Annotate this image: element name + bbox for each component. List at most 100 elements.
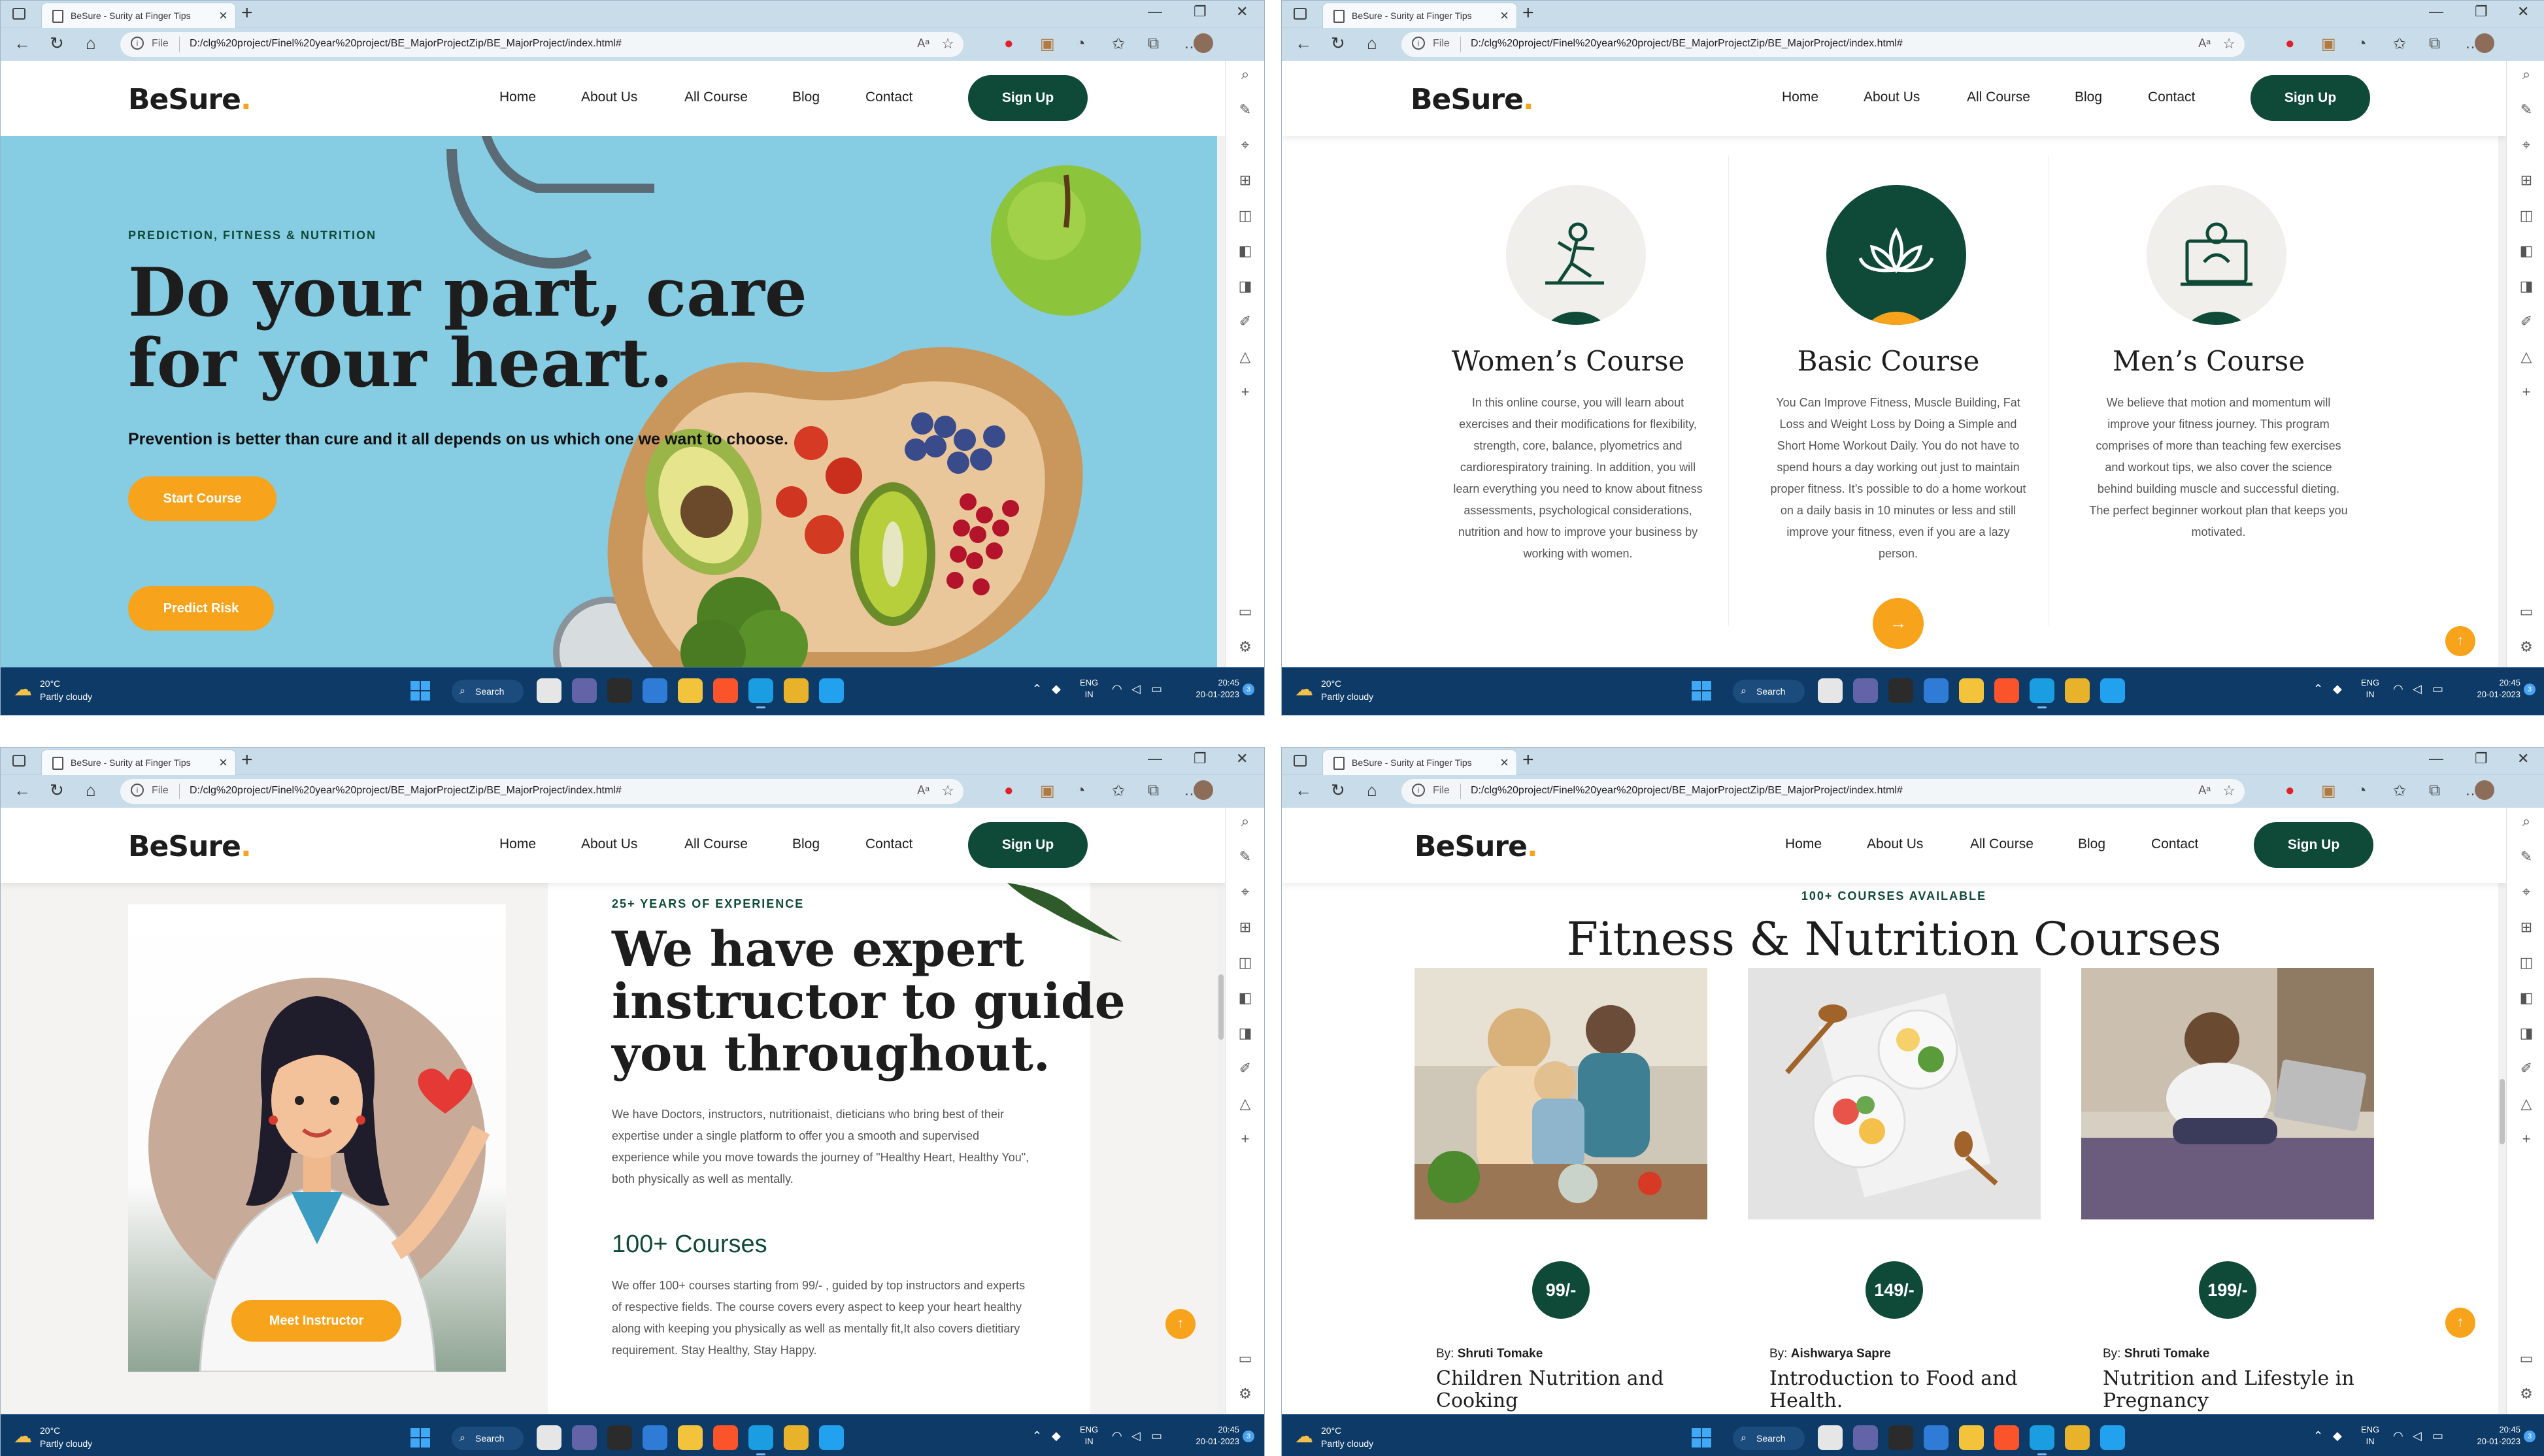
nav-contact[interactable]: Contact xyxy=(865,90,912,105)
restore-icon[interactable]: ❐ xyxy=(2475,750,2488,767)
file-explorer-icon[interactable] xyxy=(1959,678,1984,703)
close-window-icon[interactable]: ✕ xyxy=(2517,750,2529,767)
settings-icon[interactable]: ⚙ xyxy=(1237,638,1254,655)
clock[interactable]: 20:45 20-01-2023 xyxy=(2468,1424,2521,1448)
nav-about-us[interactable]: About Us xyxy=(581,90,637,105)
close-tab-icon[interactable]: × xyxy=(219,754,227,771)
sign-up-button[interactable]: Sign Up xyxy=(968,822,1088,868)
url-text[interactable]: D:/clg%20project/Finel%20year%20project/… xyxy=(1471,38,1903,50)
teams-icon[interactable] xyxy=(572,678,597,703)
meet-instructor-button[interactable]: Meet Instructor xyxy=(231,1300,401,1342)
battery-icon[interactable]: ▭ xyxy=(2432,1429,2443,1443)
read-aloud-icon[interactable]: Aᵃ xyxy=(917,37,929,50)
split-screen-icon[interactable]: ▭ xyxy=(1237,603,1254,620)
new-tab-icon[interactable]: + xyxy=(1522,2,1534,24)
tools-icon[interactable]: ⊞ xyxy=(2518,919,2535,936)
office-icon[interactable]: ◧ xyxy=(2518,989,2535,1006)
site-info-icon[interactable]: i xyxy=(131,37,144,50)
outlook-icon[interactable]: ◨ xyxy=(2518,278,2535,295)
page-scrollbar[interactable] xyxy=(2498,808,2506,1415)
vscode-icon[interactable] xyxy=(2100,678,2125,703)
designer-icon[interactable]: ✐ xyxy=(2518,1060,2535,1077)
collections-icon[interactable]: ⧉ xyxy=(2429,35,2440,53)
favorite-icon[interactable]: ☆ xyxy=(941,782,954,799)
edge-icon[interactable] xyxy=(748,1425,773,1455)
language-indicator[interactable]: ENG IN xyxy=(2361,1424,2379,1448)
nav-about-us[interactable]: About Us xyxy=(1867,836,1923,852)
course-image-children[interactable] xyxy=(1414,968,1707,1219)
discover-icon[interactable]: ✎ xyxy=(1237,848,1254,865)
site-info-icon[interactable]: i xyxy=(1412,784,1425,797)
minimize-icon[interactable]: — xyxy=(1148,3,1162,20)
tag-icon[interactable]: ⌖ xyxy=(1237,884,1254,901)
language-indicator[interactable]: ENG IN xyxy=(2361,677,2379,701)
settings-icon[interactable]: ⚙ xyxy=(1237,1385,1254,1402)
battery-icon[interactable]: ▭ xyxy=(2432,682,2443,696)
url-text[interactable]: D:/clg%20project/Finel%20year%20project/… xyxy=(190,38,622,50)
add-icon[interactable]: + xyxy=(2518,384,2535,401)
brave-icon[interactable] xyxy=(713,1425,738,1450)
github-icon[interactable] xyxy=(1888,678,1913,703)
volume-icon[interactable]: ◁ xyxy=(2413,682,2422,696)
defender-icon[interactable] xyxy=(1924,1425,1949,1450)
profile-avatar[interactable] xyxy=(2475,780,2494,800)
predict-risk-button[interactable]: Predict Risk xyxy=(128,586,274,631)
tab-actions-icon[interactable] xyxy=(12,755,25,767)
taskbar-search[interactable]: ⌕ Search xyxy=(1733,680,1805,703)
tab-actions-icon[interactable] xyxy=(1294,8,1307,20)
browser-tab[interactable]: BeSure - Surity at Finger Tips × xyxy=(1322,750,1517,775)
nav-home[interactable]: Home xyxy=(499,836,536,852)
sign-up-button[interactable]: Sign Up xyxy=(2254,822,2373,868)
office-icon[interactable]: ◧ xyxy=(1237,989,1254,1006)
file-explorer-icon[interactable] xyxy=(678,1425,703,1450)
opera-icon[interactable]: ● xyxy=(2285,35,2295,53)
start-icon[interactable] xyxy=(1692,681,1711,701)
search-icon[interactable]: ⌕ xyxy=(2518,66,2535,83)
url-text[interactable]: D:/clg%20project/Finel%20year%20project/… xyxy=(1471,785,1903,797)
site-logo[interactable]: BeSure. xyxy=(128,83,252,116)
nav-home[interactable]: Home xyxy=(1782,90,1818,105)
nav-about-us[interactable]: About Us xyxy=(1864,90,1920,105)
add-icon[interactable]: + xyxy=(2518,1131,2535,1148)
site-logo[interactable]: BeSure. xyxy=(1414,830,1538,863)
collections-icon[interactable]: ⧉ xyxy=(1148,782,1159,800)
new-tab-icon[interactable]: + xyxy=(1522,749,1534,771)
clock[interactable]: 20:45 20-01-2023 xyxy=(1187,1424,1240,1448)
language-indicator[interactable]: ENG IN xyxy=(1080,677,1098,701)
settings-icon[interactable]: ⚙ xyxy=(2518,638,2535,655)
nav-all-course[interactable]: All Course xyxy=(684,90,748,105)
sign-up-button[interactable]: Sign Up xyxy=(968,75,1088,121)
search-icon[interactable]: ⌕ xyxy=(2518,813,2535,830)
task-view-icon[interactable] xyxy=(537,1425,561,1450)
notification-badge[interactable]: 3 xyxy=(2524,1431,2536,1442)
page-scrollbar[interactable] xyxy=(1217,808,1225,1415)
tab-actions-icon[interactable] xyxy=(12,8,25,20)
battery-icon[interactable]: ▭ xyxy=(1151,682,1162,696)
volume-icon[interactable]: ◁ xyxy=(1131,682,1141,696)
search-icon[interactable]: ⌕ xyxy=(1237,813,1254,830)
games-icon[interactable]: ◫ xyxy=(1237,954,1254,971)
address-bar[interactable]: i File D:/clg%20project/Finel%20year%20p… xyxy=(120,779,963,804)
brave-icon[interactable] xyxy=(1994,678,2019,703)
edge-icon[interactable] xyxy=(2030,678,2054,708)
taskbar-search[interactable]: ⌕ Search xyxy=(452,1427,524,1450)
minimize-icon[interactable]: — xyxy=(2429,3,2443,20)
opera-icon[interactable]: ● xyxy=(1004,782,1014,800)
task-view-icon[interactable] xyxy=(537,678,561,703)
author-name[interactable]: Shruti Tomake xyxy=(2124,1347,2210,1361)
tray-app-icon[interactable]: ◆ xyxy=(2333,682,2342,696)
nav-blog[interactable]: Blog xyxy=(792,836,820,852)
language-indicator[interactable]: ENG IN xyxy=(1080,1424,1098,1448)
refresh-icon[interactable]: ↻ xyxy=(1331,780,1345,801)
games-icon[interactable]: ◫ xyxy=(2518,954,2535,971)
tools-icon[interactable]: ⊞ xyxy=(2518,172,2535,189)
tools-icon[interactable]: ⊞ xyxy=(1237,172,1254,189)
games-icon[interactable]: ◫ xyxy=(2518,207,2535,224)
favorites-icon[interactable]: ✩ xyxy=(1112,35,1125,54)
collections-icon[interactable]: ⧉ xyxy=(1148,35,1159,53)
tray-chevron-icon[interactable]: ⌃ xyxy=(1032,682,1042,696)
designer-icon[interactable]: ✐ xyxy=(1237,313,1254,330)
nav-blog[interactable]: Blog xyxy=(2078,836,2105,852)
teams-icon[interactable] xyxy=(1853,678,1878,703)
course-card-men[interactable]: Men’s Course We believe that motion and … xyxy=(2049,136,2369,669)
